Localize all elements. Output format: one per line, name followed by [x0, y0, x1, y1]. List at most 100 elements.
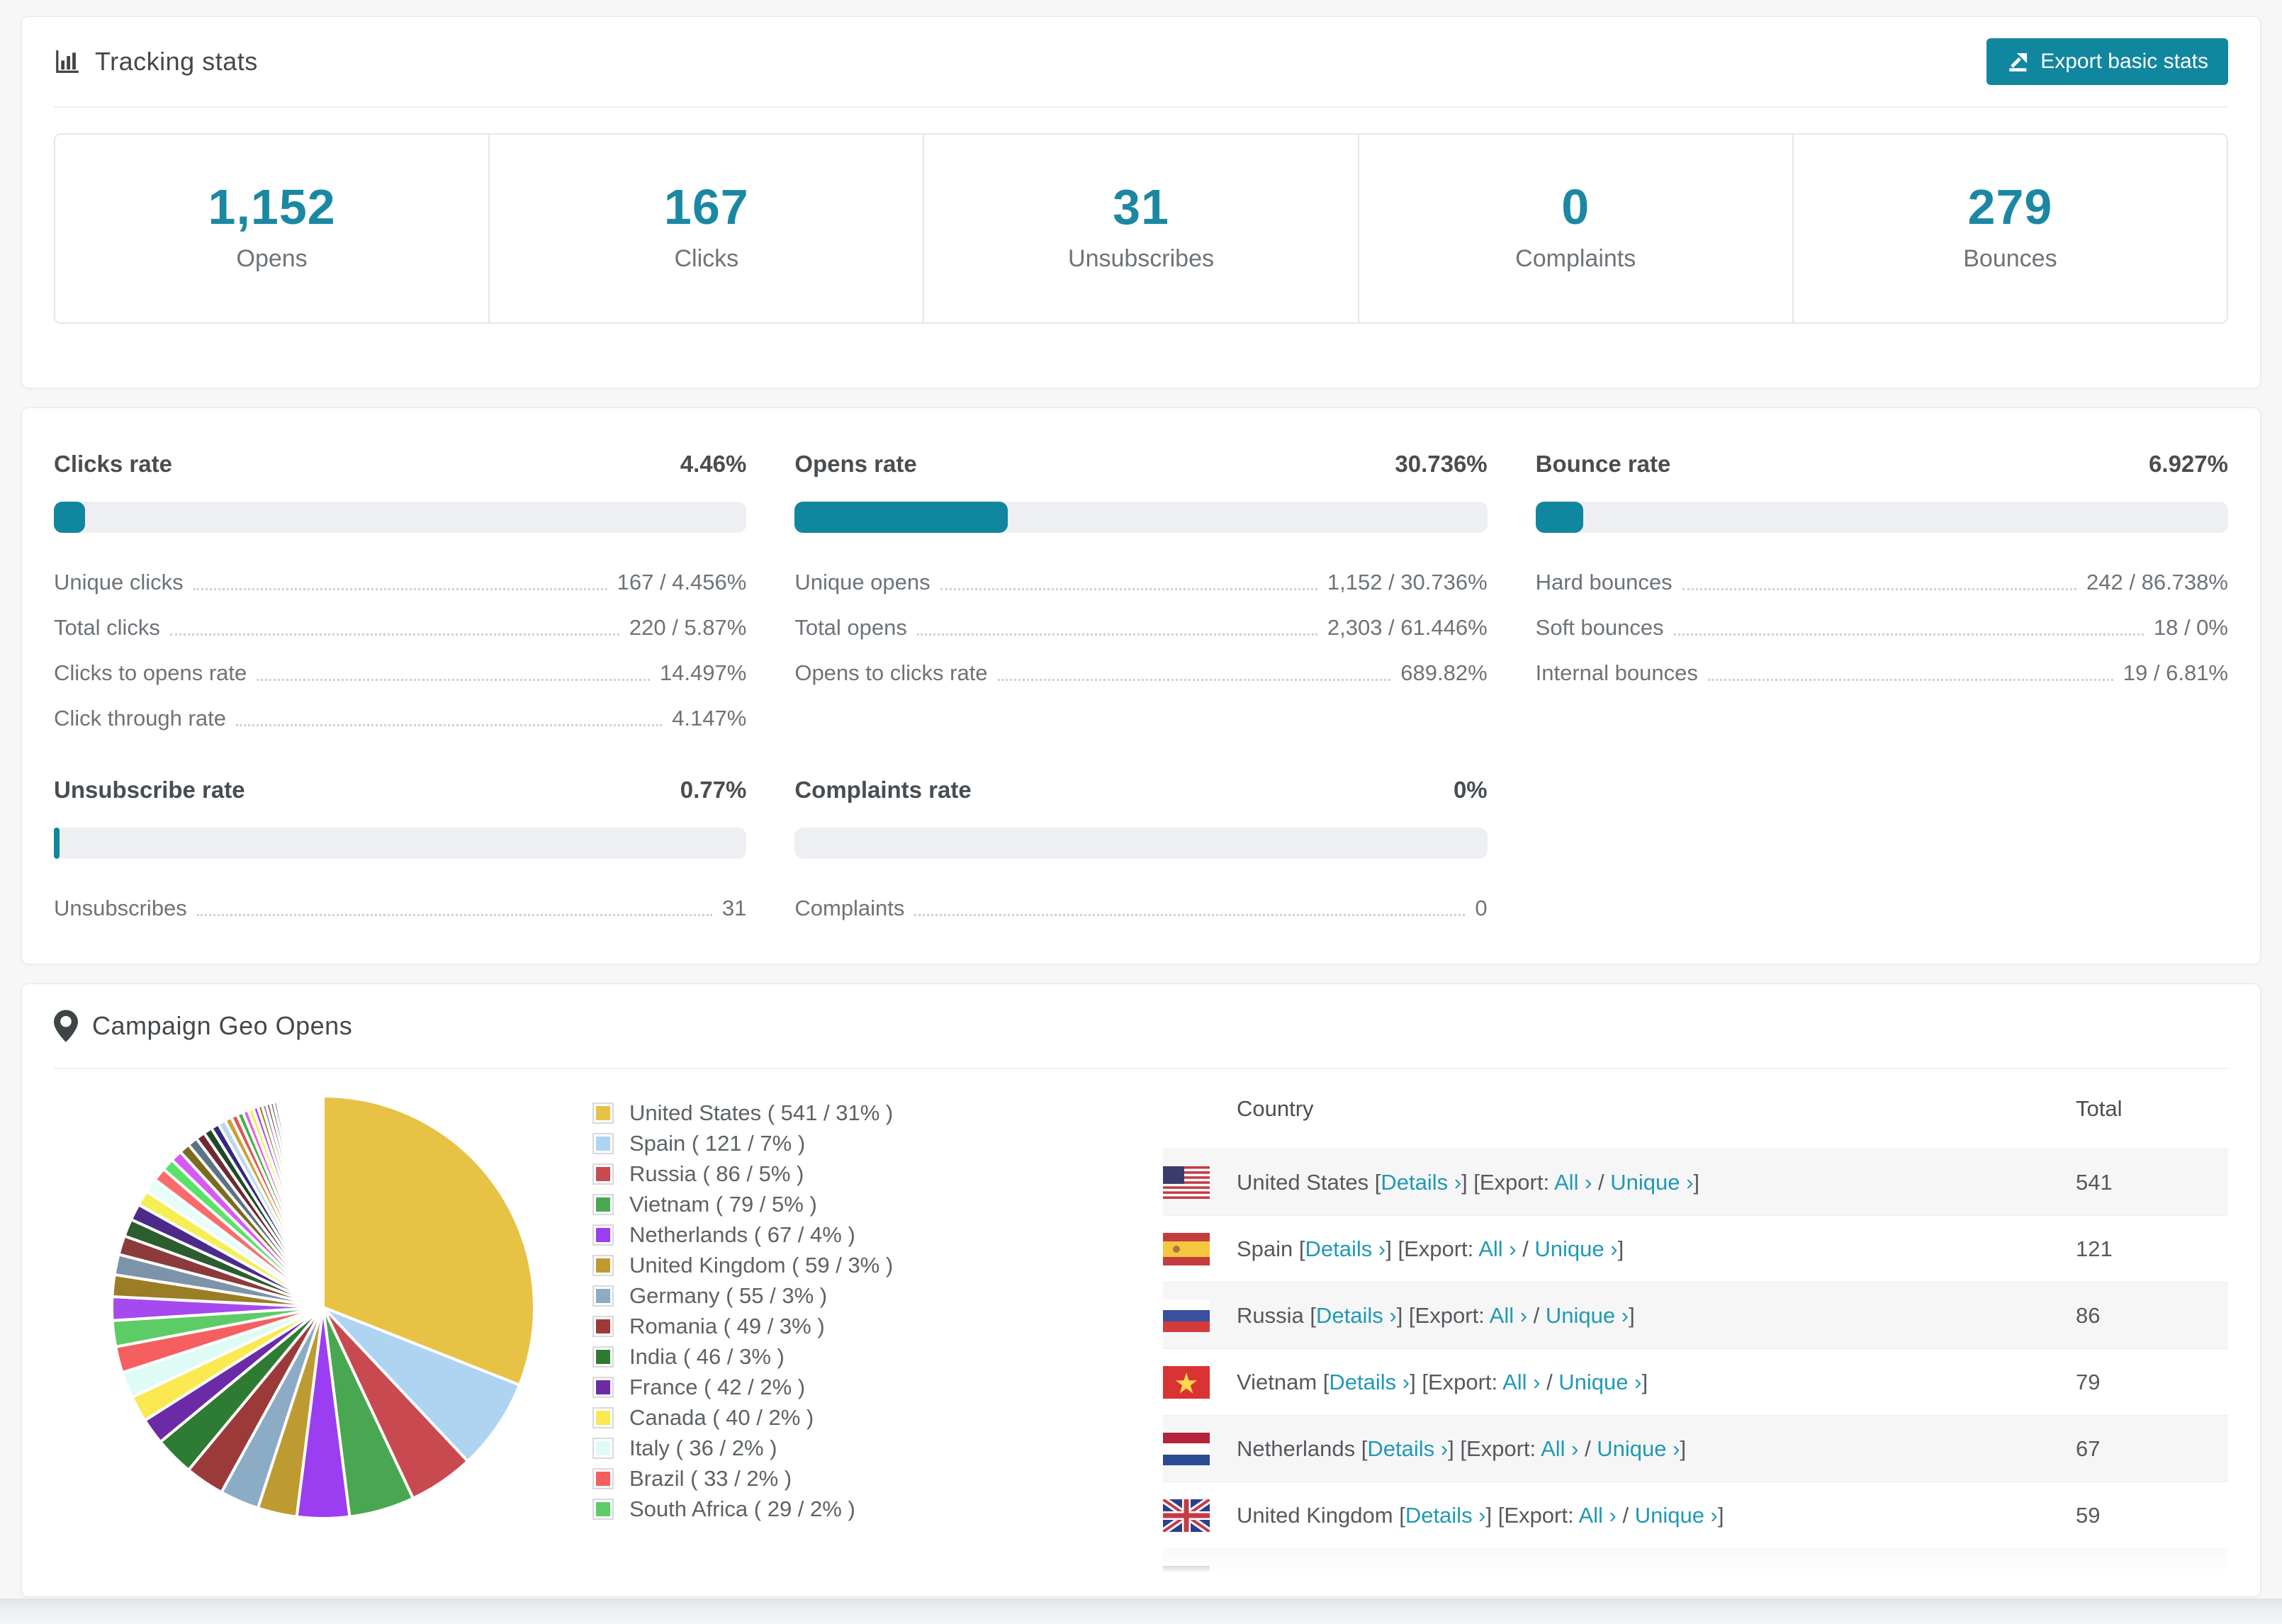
export-unique-link[interactable]: Unique ›: [1546, 1303, 1629, 1328]
export-unique-link[interactable]: Unique ›: [1597, 1436, 1680, 1461]
export-unique-link[interactable]: Unique ›: [1635, 1503, 1718, 1528]
rate-title: Unsubscribe rate: [54, 777, 245, 803]
rates-card: Clicks rate 4.46% Unique clicks 167 / 4.456…: [21, 407, 2261, 964]
details-link[interactable]: Details ›: [1305, 1236, 1386, 1261]
rate-head: Opens rate 30.736%: [794, 451, 1487, 478]
metric-label: Clicks to opens rate: [54, 660, 247, 685]
country-cell: Netherlands [Details ›] [Export: All › /…: [1237, 1436, 1687, 1461]
legend-item: Russia ( 86 / 5% ): [592, 1158, 1004, 1189]
country-name: United States: [1237, 1169, 1375, 1195]
dotted-leader: [916, 633, 1317, 636]
rate-title: Bounce rate: [1535, 451, 1671, 477]
table-row-es: Spain [Details ›] [Export: All › / Uniqu…: [1163, 1215, 2228, 1282]
progress-bar-fill: [54, 502, 85, 533]
metric-label: Hard bounces: [1535, 570, 1673, 594]
export-basic-stats-button[interactable]: Export basic stats: [1986, 38, 2228, 85]
stat-value: 279: [1967, 179, 2053, 235]
rate-value: 0%: [1453, 777, 1488, 803]
metric-value: 2,303 / 61.446%: [1327, 615, 1488, 640]
stat-label: Unsubscribes: [1068, 245, 1214, 272]
pie-chart-container: [54, 1069, 592, 1579]
stat-value: 0: [1561, 179, 1590, 235]
rate-block: Unsubscribe rate 0.77% Unsubscribes 31: [54, 777, 747, 921]
country-cell: Vietnam [Details ›] [Export: All › / Uni…: [1237, 1369, 1648, 1394]
rate-rows: Unique opens 1,152 / 30.736% Total opens 2,…: [794, 570, 1487, 686]
country-total: 121: [2076, 1236, 2113, 1261]
metric-value: 220 / 5.87%: [629, 615, 747, 640]
progress-bar: [54, 502, 747, 533]
progress-bar: [1535, 502, 2228, 533]
stat-value: 1,152: [208, 179, 336, 235]
legend-label: Germany ( 55 / 3% ): [629, 1282, 828, 1308]
rate-head: Unsubscribe rate 0.77%: [54, 777, 746, 803]
export-all-link[interactable]: All ›: [1578, 1503, 1616, 1528]
legend-item: Vietnam ( 79 / 5% ): [592, 1189, 1004, 1219]
legend-label: United Kingdom ( 59 / 3% ): [629, 1252, 894, 1278]
legend-item: Canada ( 40 / 2% ): [592, 1402, 1004, 1433]
rate-head: Bounce rate 6.927%: [1536, 451, 2228, 478]
metric-row: Complaints 0: [794, 896, 1487, 921]
metric-label: Complaints: [794, 896, 905, 920]
export-unique-link[interactable]: Unique ›: [1610, 1170, 1693, 1195]
legend-swatch: [592, 1132, 614, 1154]
legend-swatch: [592, 1193, 614, 1215]
rate-value: 6.927%: [2149, 451, 2228, 477]
geo-pie-chart: [111, 1095, 536, 1520]
dotted-leader: [257, 679, 650, 681]
legend-label: Brazil ( 33 / 2% ): [629, 1465, 792, 1491]
legend-label: Vietnam ( 79 / 5% ): [629, 1191, 817, 1217]
legend-swatch: [592, 1285, 614, 1307]
dotted-leader: [1682, 588, 2077, 590]
progress-bar: [54, 828, 747, 859]
stat-label: Complaints: [1515, 245, 1636, 272]
export-all-link[interactable]: All ›: [1541, 1436, 1578, 1461]
bar-chart-icon: [54, 48, 81, 75]
flag-ru-icon: [1163, 1299, 1210, 1332]
progress-bar-fill: [794, 502, 1008, 533]
country-cell: United Kingdom [Details ›] [Export: All …: [1237, 1502, 1724, 1528]
legend-swatch-color: [596, 1349, 610, 1364]
tracking-stats-header: Tracking stats Export basic stats: [54, 17, 2228, 108]
rate-rows: Unique clicks 167 / 4.456% Total clicks 220…: [54, 570, 746, 731]
rate-value: 0.77%: [680, 777, 747, 803]
dotted-leader: [193, 588, 607, 590]
dotted-leader: [196, 914, 712, 916]
export-all-link[interactable]: All ›: [1478, 1236, 1516, 1261]
metric-label: Click through rate: [54, 706, 226, 731]
table-header: Country Total: [1163, 1069, 2228, 1149]
bottom-scroll-strip: [0, 1598, 2282, 1624]
legend-swatch-color: [596, 1471, 610, 1486]
legend-label: Canada ( 40 / 2% ): [629, 1404, 814, 1430]
legend-label: Netherlands ( 67 / 4% ): [629, 1222, 855, 1247]
export-all-link[interactable]: All ›: [1554, 1170, 1592, 1195]
export-unique-link[interactable]: Unique ›: [1558, 1370, 1641, 1394]
metric-label: Unique clicks: [54, 570, 184, 594]
metric-row: Total clicks 220 / 5.87%: [54, 615, 746, 641]
legend-swatch: [592, 1163, 614, 1185]
metric-value: 14.497%: [659, 660, 747, 685]
details-link[interactable]: Details ›: [1329, 1370, 1410, 1394]
details-link[interactable]: Details ›: [1316, 1303, 1397, 1328]
export-unique-link[interactable]: Unique ›: [1534, 1236, 1617, 1261]
flag-us-icon: [1163, 1166, 1210, 1199]
section-title-campaign-geo-opens: Campaign Geo Opens: [92, 1011, 353, 1040]
country-cell: United States [Details ›] [Export: All ›…: [1237, 1169, 1700, 1195]
flag-nl-icon: [1163, 1432, 1210, 1465]
details-link[interactable]: Details ›: [1367, 1436, 1448, 1461]
details-link[interactable]: Details ›: [1381, 1170, 1461, 1195]
country-total: 67: [2076, 1436, 2101, 1461]
export-all-link[interactable]: All ›: [1502, 1370, 1540, 1394]
dotted-leader: [1707, 679, 2113, 681]
location-pin-icon: [54, 1010, 78, 1042]
legend-item: Italy ( 36 / 2% ): [592, 1433, 1004, 1463]
campaign-geo-opens-card: Campaign Geo Opens United States ( 541 /…: [21, 983, 2261, 1597]
country-cell: Russia [Details ›] [Export: All › / Uniq…: [1237, 1302, 1635, 1328]
legend-label: Romania ( 49 / 3% ): [629, 1313, 825, 1338]
metric-value: 167 / 4.456%: [617, 570, 747, 594]
metric-label: Soft bounces: [1535, 615, 1664, 640]
table-row-us: United States [Details ›] [Export: All ›…: [1163, 1149, 2228, 1215]
legend-item: United Kingdom ( 59 / 3% ): [592, 1250, 1004, 1280]
export-all-link[interactable]: All ›: [1490, 1303, 1527, 1328]
metric-row: Total opens 2,303 / 61.446%: [794, 615, 1487, 641]
details-link[interactable]: Details ›: [1405, 1503, 1486, 1528]
